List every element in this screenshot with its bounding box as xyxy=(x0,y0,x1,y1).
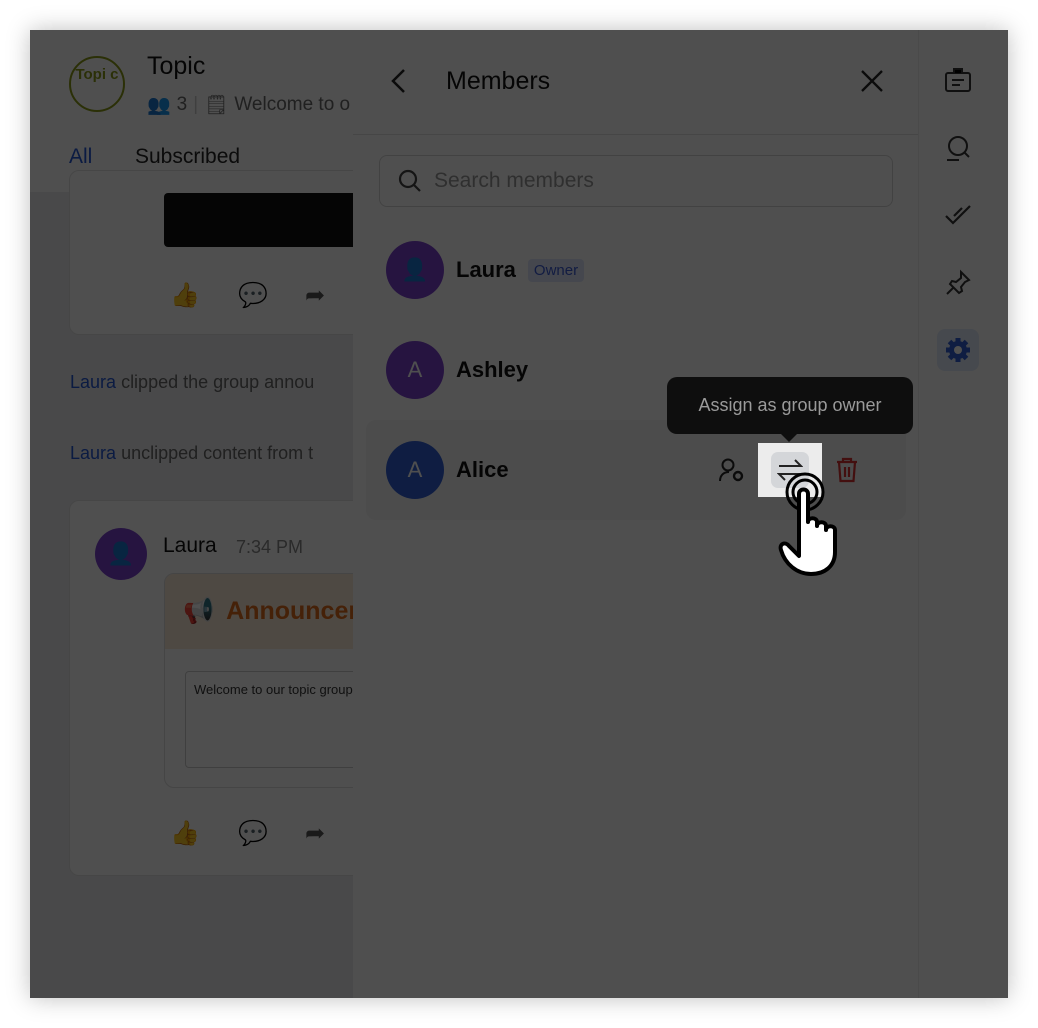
announcement-post: 👤 Laura 7:34 PM 📢 Announcemen Welcome to… xyxy=(69,500,353,876)
share-icon[interactable]: ➦ xyxy=(305,281,325,310)
search-input[interactable]: Search members xyxy=(379,155,893,207)
post-author[interactable]: Laura xyxy=(163,534,217,558)
announcement-title: Announcemen xyxy=(226,597,353,625)
post-time: 7:34 PM xyxy=(236,537,304,557)
comment-icon[interactable]: 💬 xyxy=(238,819,268,848)
group-description[interactable]: Welcome to o xyxy=(234,94,350,116)
like-icon[interactable]: 👍 xyxy=(170,819,200,848)
announcement-card[interactable]: 📢 Announcemen Welcome to our topic group xyxy=(164,573,353,788)
close-icon[interactable] xyxy=(860,69,884,93)
tab-subscribed[interactable]: Subscribed xyxy=(135,145,240,169)
tooltip: Assign as group owner xyxy=(667,377,913,442)
comment-icon[interactable]: 💬 xyxy=(238,281,268,310)
system-message: Laura unclipped content from t xyxy=(70,443,314,463)
avatar: A xyxy=(386,441,444,499)
right-toolbar xyxy=(918,30,1008,998)
app-window: Topi c Topic 👥 3 | 🗒 Welcome to o All Su… xyxy=(30,30,1008,998)
members-icon: 👥 xyxy=(147,95,171,116)
group-feed: Topi c Topic 👥 3 | 🗒 Welcome to o All Su… xyxy=(30,30,353,998)
member-name: Ashley xyxy=(456,357,529,382)
member-name: Laura xyxy=(456,257,516,282)
member-count[interactable]: 3 xyxy=(177,94,188,116)
announcement-body: Welcome to our topic group xyxy=(185,671,353,768)
tab-all[interactable]: All xyxy=(69,145,92,169)
group-avatar: Topi c xyxy=(69,56,125,112)
share-icon[interactable]: ➦ xyxy=(305,819,325,848)
divider xyxy=(353,134,918,135)
search-placeholder: Search members xyxy=(434,169,594,192)
group-meta: 👥 3 | 🗒 Welcome to o xyxy=(147,94,351,116)
avatar: A xyxy=(386,341,444,399)
post-image[interactable] xyxy=(164,193,353,247)
system-message: Laura clipped the group annou xyxy=(70,372,315,392)
like-icon[interactable]: 👍 xyxy=(170,281,200,310)
avatar: 👤 xyxy=(386,241,444,299)
pin-icon[interactable] xyxy=(937,262,979,304)
set-admin-icon[interactable] xyxy=(718,457,746,483)
avatar[interactable]: 👤 xyxy=(95,528,147,580)
announcement-icon[interactable] xyxy=(937,59,979,101)
member-name: Alice xyxy=(456,457,509,482)
member-row[interactable]: 👤 Laura Owner xyxy=(366,220,906,320)
search-icon xyxy=(398,169,421,192)
post-card: 👍 💬 ➦ xyxy=(69,170,353,335)
tasks-icon[interactable] xyxy=(937,194,979,236)
owner-badge: Owner xyxy=(527,258,585,282)
pointer-hand-icon xyxy=(778,472,837,576)
group-header: Topi c Topic 👥 3 | 🗒 Welcome to o All Su… xyxy=(30,30,353,192)
settings-icon[interactable] xyxy=(937,329,979,371)
megaphone-icon: 📢 xyxy=(183,597,215,625)
search-icon[interactable] xyxy=(937,127,979,169)
group-title: Topic xyxy=(147,52,206,80)
announcement-icon: 🗒 xyxy=(204,95,229,116)
back-icon[interactable] xyxy=(389,68,409,94)
panel-title: Members xyxy=(446,67,551,95)
